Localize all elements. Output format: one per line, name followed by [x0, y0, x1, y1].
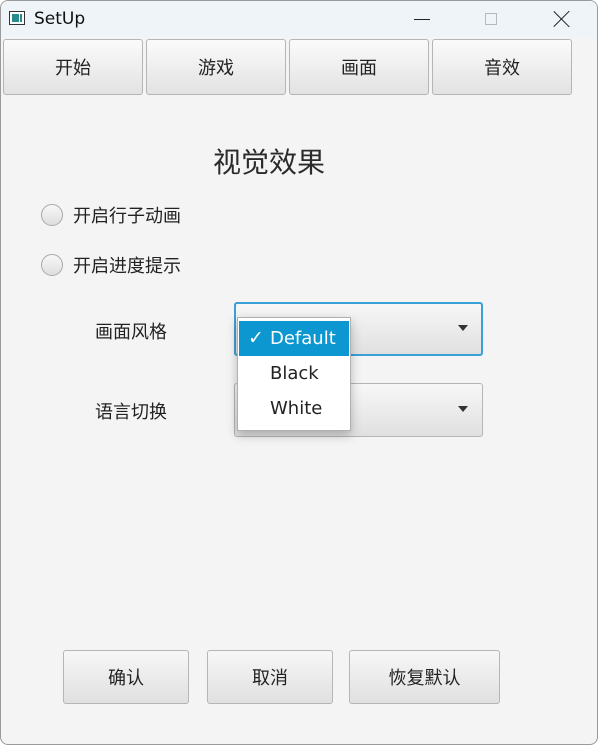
dropdown-item-label: White	[270, 398, 323, 419]
style-label: 画面风格	[95, 322, 167, 343]
maximize-icon	[485, 13, 497, 25]
restore-default-button[interactable]: 恢复默认	[349, 650, 500, 704]
row-animation-label: 开启行子动画	[73, 206, 181, 227]
style-dropdown-list: ✓ Default Black White	[237, 317, 351, 431]
title-bar[interactable]: SetUp	[1, 1, 597, 37]
tab-start[interactable]: 开始	[3, 39, 143, 95]
maximize-button[interactable]	[468, 1, 514, 37]
window-title: SetUp	[34, 9, 86, 29]
close-button[interactable]	[539, 1, 585, 37]
dropdown-item-label: Default	[270, 328, 336, 349]
minimize-icon	[414, 18, 430, 20]
cancel-button[interactable]: 取消	[207, 650, 333, 704]
dropdown-item-black[interactable]: Black	[238, 356, 350, 391]
dropdown-item-default[interactable]: ✓ Default	[239, 321, 349, 356]
tab-game[interactable]: 游戏	[146, 39, 286, 95]
row-animation-option[interactable]: 开启行子动画	[41, 202, 181, 228]
close-icon	[553, 10, 571, 28]
check-icon: ✓	[248, 327, 264, 349]
progress-hint-option[interactable]: 开启进度提示	[41, 252, 181, 278]
chevron-down-icon	[458, 325, 468, 331]
app-window-icon	[9, 11, 25, 25]
dropdown-item-white[interactable]: White	[238, 391, 350, 426]
language-label: 语言切换	[95, 402, 167, 423]
section-title: 视觉效果	[212, 146, 325, 179]
chevron-down-icon	[458, 406, 468, 412]
row-animation-radio[interactable]	[41, 204, 63, 226]
setup-window: SetUp 开始 游戏 画面 音效 视觉效果 开启行子动画 开启进度提示 画面风…	[0, 0, 598, 745]
tab-graphics[interactable]: 画面	[289, 39, 429, 95]
progress-hint-label: 开启进度提示	[73, 256, 181, 277]
confirm-button[interactable]: 确认	[63, 650, 189, 704]
tab-sound[interactable]: 音效	[432, 39, 572, 95]
minimize-button[interactable]	[399, 1, 445, 37]
dropdown-item-label: Black	[270, 363, 319, 384]
progress-hint-radio[interactable]	[41, 254, 63, 276]
